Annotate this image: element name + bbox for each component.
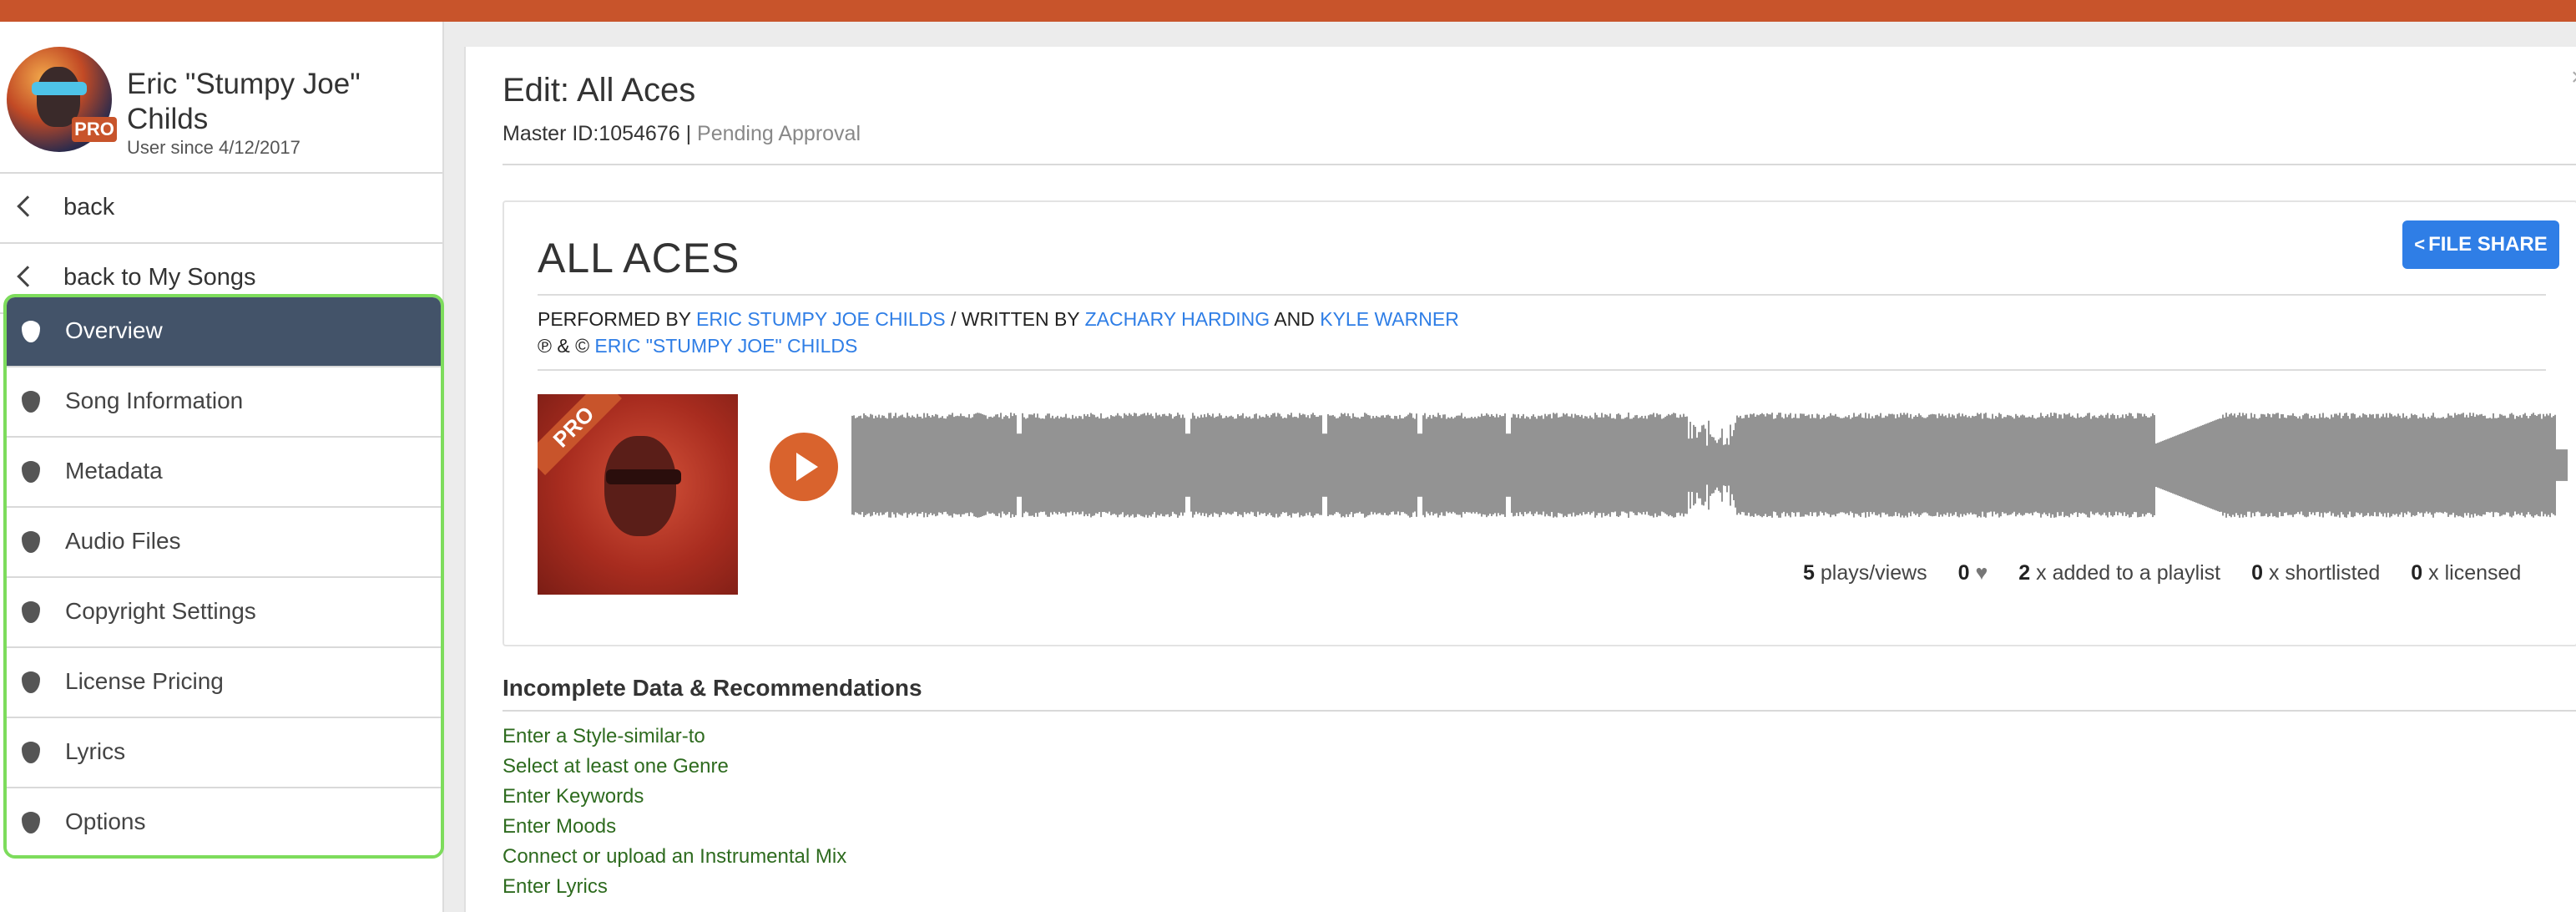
menu-item-song-information[interactable]: Song Information xyxy=(7,367,441,438)
shield-icon xyxy=(22,601,40,623)
user-profile: PRO Eric "Stumpy Joe" Childs User since … xyxy=(0,22,442,174)
performed-by-label: PERFORMED BY xyxy=(538,308,691,330)
shield-icon xyxy=(22,461,40,483)
pro-badge: PRO xyxy=(72,117,117,142)
likes-stat: 0 ♥ xyxy=(1957,561,1988,585)
heart-icon: ♥ xyxy=(1975,561,1988,585)
menu-item-label: Song Information xyxy=(65,388,244,413)
copyright-owner-link[interactable]: ERIC "STUMPY JOE" CHILDS xyxy=(594,335,857,357)
menu-item-overview[interactable]: Overview xyxy=(7,297,441,367)
shield-icon xyxy=(22,742,40,763)
file-share-button[interactable]: < FILE SHARE xyxy=(2402,220,2559,269)
recommendation-item[interactable]: Enter Keywords xyxy=(503,782,846,812)
menu-item-label: Overview xyxy=(65,317,163,343)
main-panel: Edit: All Aces × Master ID:1054676 | Pen… xyxy=(464,47,2576,912)
menu-item-label: Options xyxy=(65,808,146,834)
status-badge: Pending Approval xyxy=(697,122,861,145)
menu-item-audio-files[interactable]: Audio Files xyxy=(7,508,441,578)
menu-item-license-pricing[interactable]: License Pricing xyxy=(7,648,441,718)
divider xyxy=(538,294,2546,296)
menu-item-label: Metadata xyxy=(65,458,163,484)
page-title: Edit: All Aces xyxy=(503,72,696,109)
recommendations-title: Incomplete Data & Recommendations xyxy=(503,675,922,701)
back-to-songs-label: back to My Songs xyxy=(63,264,256,291)
licensed-stat: 0 x licensed xyxy=(2411,561,2522,585)
shield-icon xyxy=(22,531,40,553)
recommendation-item[interactable]: Select at least one Genre xyxy=(503,752,846,782)
recommendation-item[interactable]: Connect or upload an Instrumental Mix xyxy=(503,842,846,872)
performer-link[interactable]: ERIC STUMPY JOE CHILDS xyxy=(696,308,946,330)
song-stats: 5 plays/views 0 ♥ 2 x added to a playlis… xyxy=(1803,561,2521,585)
menu-item-label: Lyrics xyxy=(65,738,126,764)
chevron-left-icon xyxy=(17,195,38,217)
song-credits: PERFORMED BY ERIC STUMPY JOE CHILDS / WR… xyxy=(538,306,1459,359)
song-title: ALL ACES xyxy=(538,235,740,281)
user-since: User since 4/12/2017 xyxy=(127,137,301,158)
close-icon[interactable]: × xyxy=(2571,63,2576,92)
playlist-stat: 2 x added to a playlist xyxy=(2018,561,2221,585)
user-name: Eric "Stumpy Joe" Childs xyxy=(127,68,361,135)
menu-item-options[interactable]: Options xyxy=(7,788,441,855)
and-label: AND xyxy=(1274,308,1315,330)
back-label: back xyxy=(63,194,115,220)
top-bar xyxy=(0,0,2576,22)
shield-icon xyxy=(22,812,40,833)
song-card: ALL ACES < FILE SHARE PERFORMED BY ERIC S… xyxy=(503,200,2576,646)
shortlist-stat: 0 x shortlisted xyxy=(2251,561,2381,585)
master-id: Master ID:1054676 xyxy=(503,122,680,145)
written-by-label: / WRITTEN BY xyxy=(951,308,1080,330)
shield-icon xyxy=(22,671,40,693)
share-icon: < xyxy=(2414,234,2426,255)
menu-item-label: Audio Files xyxy=(65,528,181,554)
divider xyxy=(503,164,2576,165)
waveform[interactable] xyxy=(851,411,2568,519)
album-cover: PRO xyxy=(538,394,738,595)
copyright-symbols: ℗ & © xyxy=(538,335,590,357)
back-link[interactable]: back xyxy=(0,174,442,244)
divider xyxy=(503,710,2576,712)
menu-item-label: License Pricing xyxy=(65,668,224,694)
menu-item-lyrics[interactable]: Lyrics xyxy=(7,718,441,788)
shield-icon xyxy=(22,391,40,413)
file-share-label: FILE SHARE xyxy=(2428,233,2548,256)
separator: | xyxy=(685,122,692,145)
divider xyxy=(538,369,2546,371)
recommendation-item[interactable]: Enter a Style-similar-to xyxy=(503,722,846,752)
play-button[interactable] xyxy=(770,433,838,501)
shield-icon xyxy=(22,321,40,342)
menu-item-metadata[interactable]: Metadata xyxy=(7,438,441,508)
recommendation-item[interactable]: Enter Moods xyxy=(503,812,846,842)
writer-link[interactable]: KYLE WARNER xyxy=(1320,308,1459,330)
menu-item-label: Copyright Settings xyxy=(65,598,256,624)
play-icon xyxy=(796,453,818,481)
recommendations-list: Enter a Style-similar-to Select at least… xyxy=(503,722,846,902)
section-menu: Overview Song Information Metadata Audio… xyxy=(3,294,444,859)
menu-item-copyright-settings[interactable]: Copyright Settings xyxy=(7,578,441,648)
recommendation-item[interactable]: Enter Lyrics xyxy=(503,872,846,902)
writer-link[interactable]: ZACHARY HARDING xyxy=(1085,308,1270,330)
master-info: Master ID:1054676 | Pending Approval xyxy=(503,122,861,146)
chevron-left-icon xyxy=(17,266,38,287)
plays-stat: 5 plays/views xyxy=(1803,561,1927,585)
